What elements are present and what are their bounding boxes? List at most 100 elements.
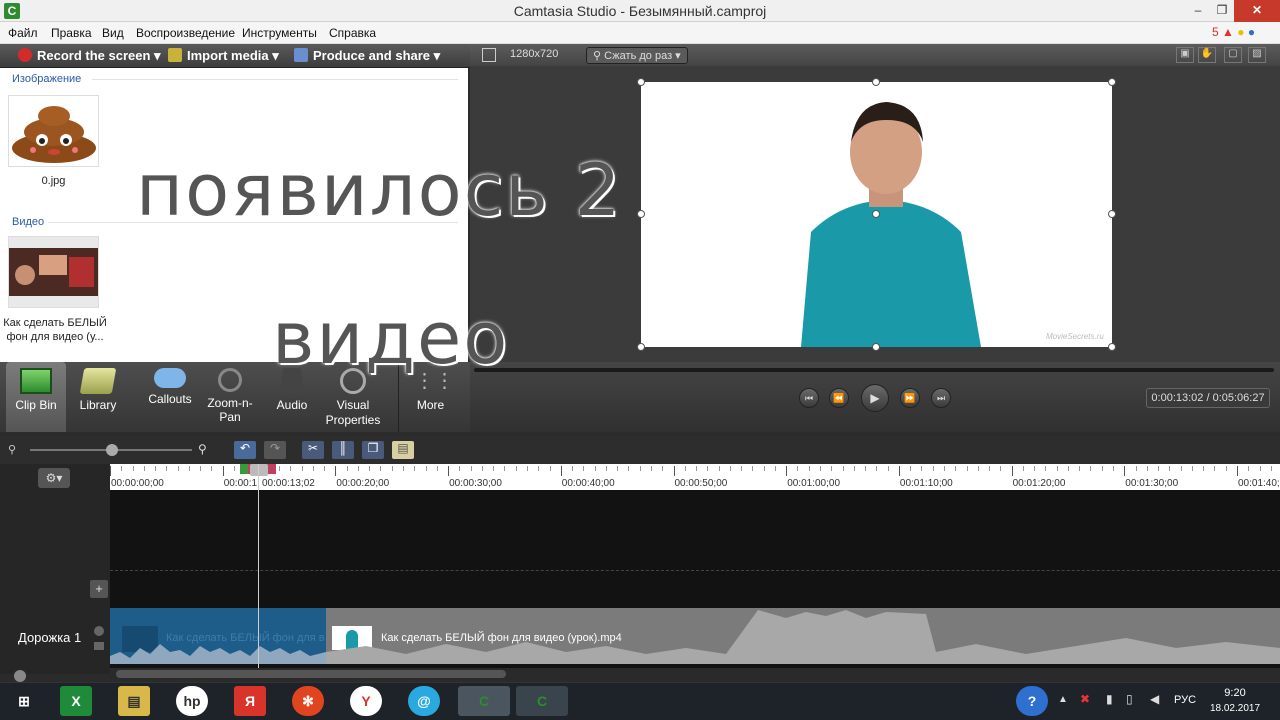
resize-handle[interactable] <box>872 78 880 86</box>
notification-count[interactable]: 5 <box>1212 25 1219 39</box>
yandex-icon[interactable]: Я <box>234 686 266 716</box>
scrub-bar[interactable] <box>474 368 1274 372</box>
lock-icon[interactable] <box>94 642 104 650</box>
magnifier-icon <box>218 368 242 392</box>
tab-callouts[interactable]: Callouts <box>140 362 200 432</box>
zoom-in-icon[interactable]: ⚲ <box>198 442 214 458</box>
resize-handle[interactable] <box>637 78 645 86</box>
volume-icon[interactable]: ◀ <box>1150 692 1159 706</box>
file-explorer-icon[interactable]: ▤ <box>118 686 150 716</box>
video-thumbnail[interactable] <box>8 236 99 308</box>
menu-help[interactable]: Справка <box>329 26 376 40</box>
help-globe-icon[interactable]: ● <box>1248 25 1255 39</box>
tab-zoom-n-pan[interactable]: Zoom-n-Pan <box>202 362 258 432</box>
menu-playback[interactable]: Воспроизведение <box>136 26 235 40</box>
canvas-size-icon[interactable] <box>482 48 496 62</box>
ruler-minor-tick <box>572 466 574 471</box>
produce-share-button[interactable]: Produce and share ▾ <box>294 48 440 64</box>
timeline-clip-video[interactable]: Как сделать БЕЛЫЙ фон для видео (урок).m… <box>326 608 1280 664</box>
restore-icon[interactable]: ❐ <box>1209 0 1235 22</box>
camtasia-task-icon[interactable]: C <box>458 686 510 716</box>
clock-date[interactable]: 18.02.2017 <box>1206 703 1264 714</box>
signal-icon[interactable]: ▯ <box>1126 692 1133 706</box>
zoom-out-icon[interactable]: ⚲ <box>8 443 22 457</box>
split-icon[interactable]: ║ <box>332 441 354 459</box>
lightbulb-icon[interactable]: ● <box>1237 25 1244 39</box>
clock-time[interactable]: 9:20 <box>1210 687 1260 699</box>
hp-icon[interactable]: hp <box>176 686 208 716</box>
image-thumbnail[interactable] <box>8 95 99 167</box>
canvas-size-label[interactable]: 1280x720 <box>510 48 558 60</box>
import-media-button[interactable]: Import media ▾ <box>168 48 279 64</box>
camtasia-recorder-task-icon[interactable]: C <box>516 686 568 716</box>
icq-icon[interactable]: @ <box>408 686 440 716</box>
bell-icon[interactable]: ▲ <box>1222 25 1234 39</box>
fast-forward-icon[interactable]: ⏩ <box>900 388 920 408</box>
ruler-minor-tick <box>763 466 765 471</box>
pan-hand-icon[interactable]: ✋ <box>1198 47 1216 63</box>
notification-area: 5 ▲ ● ● <box>1212 25 1255 39</box>
timeline-scrollbar[interactable] <box>110 668 1280 680</box>
ruler-tick <box>560 466 562 476</box>
visibility-eye-icon[interactable] <box>94 626 104 636</box>
jump-start-icon[interactable]: ⏮ <box>799 388 819 408</box>
timeline-settings-gear-icon[interactable]: ⚙▾ <box>38 468 70 488</box>
excel-icon[interactable]: X <box>60 686 92 716</box>
rotate-handle[interactable] <box>872 210 880 218</box>
fullscreen-icon[interactable]: ▨ <box>1248 47 1266 63</box>
ruler-tick <box>898 466 900 476</box>
media-player-icon[interactable]: ✻ <box>292 686 324 716</box>
record-screen-button[interactable]: Record the screen ▾ <box>18 48 161 64</box>
menu-tools[interactable]: Инструменты <box>242 26 317 40</box>
crop-icon[interactable]: ▣ <box>1176 47 1194 63</box>
ruler-minor-tick <box>1191 466 1193 471</box>
paste-icon[interactable]: ▤ <box>392 441 414 459</box>
copy-icon[interactable]: ❐ <box>362 441 384 459</box>
redo-icon[interactable]: ↷ <box>264 441 286 459</box>
battery-icon[interactable]: ▮ <box>1106 692 1113 706</box>
ruler-minor-tick <box>132 466 134 471</box>
ruler-minor-tick <box>211 466 213 471</box>
menu-view[interactable]: Вид <box>102 26 124 40</box>
menu-file[interactable]: Файл <box>8 26 38 40</box>
close-icon[interactable]: ✕ <box>1234 0 1280 22</box>
jump-end-icon[interactable]: ⏭ <box>931 388 951 408</box>
cut-icon[interactable]: ✂ <box>302 441 324 459</box>
resize-handle[interactable] <box>1108 343 1116 351</box>
overlay-caption-line2: видео <box>272 296 510 380</box>
help-icon[interactable]: ? <box>1016 686 1048 716</box>
network-icon[interactable]: ✖ <box>1080 692 1090 706</box>
add-track-button[interactable]: + <box>90 580 108 598</box>
poop-emoji-icon <box>12 106 96 163</box>
menu-edit[interactable]: Правка <box>51 26 92 40</box>
resize-handle[interactable] <box>637 210 645 218</box>
tray-arrow-icon[interactable]: ▲ <box>1058 694 1068 705</box>
minimize-icon[interactable]: – <box>1185 0 1211 22</box>
playhead-handle[interactable] <box>250 464 268 476</box>
tab-clip-bin[interactable]: Clip Bin <box>6 362 66 432</box>
timeline-clip-image[interactable]: Как сделать БЕЛЫЙ фон для в <box>110 608 326 664</box>
speech-bubble-icon <box>154 368 186 388</box>
resize-handle[interactable] <box>872 343 880 351</box>
fit-icon[interactable]: ▢ <box>1224 47 1242 63</box>
selection-start-marker[interactable] <box>240 464 248 474</box>
track-height-slider-thumb[interactable] <box>14 670 26 682</box>
resize-handle[interactable] <box>1108 210 1116 218</box>
ruler-minor-tick <box>774 466 776 471</box>
audio-waveform <box>326 610 1280 664</box>
play-icon[interactable]: ▶ <box>861 384 889 412</box>
undo-icon[interactable]: ↶ <box>234 441 256 459</box>
yandex-browser-icon[interactable]: Y <box>350 686 382 716</box>
rewind-icon[interactable]: ⏪ <box>829 388 849 408</box>
resize-handle[interactable] <box>1108 78 1116 86</box>
timeline-scrollbar-thumb[interactable] <box>116 670 506 678</box>
input-language[interactable]: РУС <box>1174 694 1196 706</box>
resize-handle[interactable] <box>637 343 645 351</box>
playhead-line[interactable] <box>258 464 259 674</box>
zoom-slider-thumb[interactable] <box>106 444 118 456</box>
track-name[interactable]: Дорожка 1 <box>18 630 81 645</box>
video-section-header: Видео <box>12 216 45 228</box>
windows-start-icon[interactable]: ⊞ <box>8 686 40 716</box>
tab-library[interactable]: Library <box>70 362 126 432</box>
zoom-dropdown[interactable]: ⚲ Сжать до раз ▾ <box>586 47 688 64</box>
